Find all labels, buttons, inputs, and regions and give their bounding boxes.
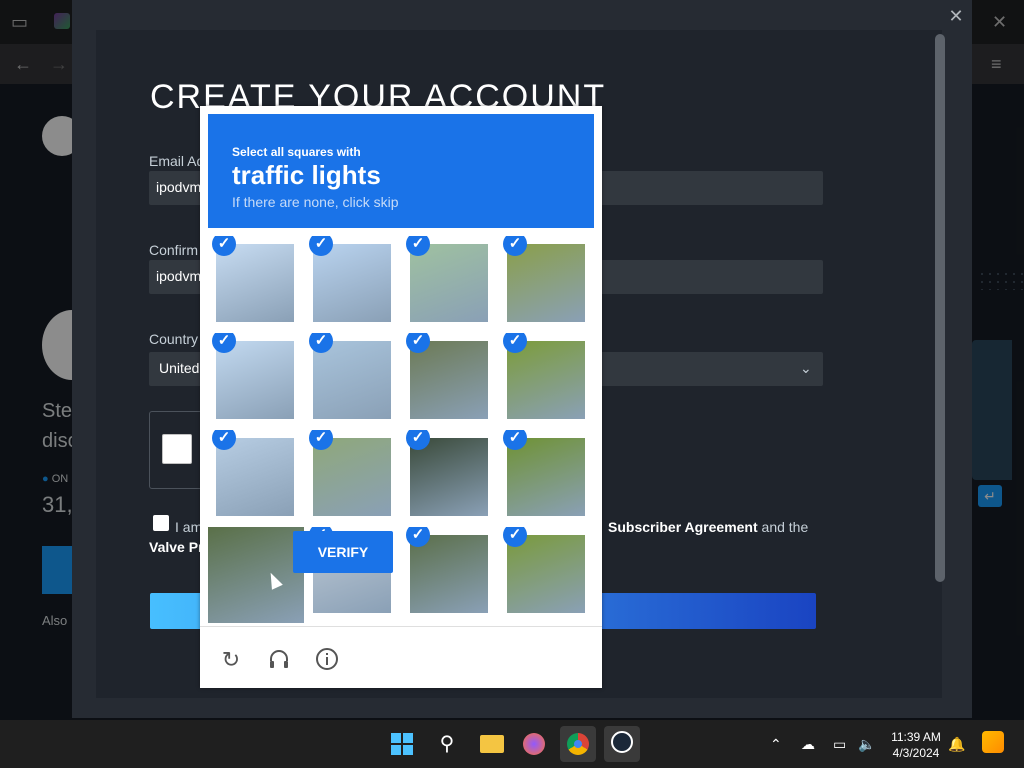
chevron-down-icon: ⌄	[800, 360, 812, 376]
captcha-tile-2-0[interactable]: ✓	[208, 430, 304, 526]
captcha-tile-3-0[interactable]	[208, 527, 304, 623]
agree-checkbox[interactable]	[153, 515, 169, 531]
email-label: Email Ad	[149, 153, 205, 169]
cloud-icon[interactable]: ☁	[801, 736, 815, 753]
agree-text-end: Subscriber Agreement and the	[608, 519, 808, 535]
file-explorer-icon[interactable]	[474, 726, 510, 762]
captcha-tile-image	[507, 438, 585, 516]
clock[interactable]: 11:39 AM 4/3/2024	[890, 729, 942, 761]
steam-icon[interactable]	[604, 726, 640, 762]
captcha-tile-2-2[interactable]: ✓	[402, 430, 498, 526]
captcha-footer: ↻	[200, 626, 602, 689]
captcha-tile-image	[507, 341, 585, 419]
captcha-tile-0-1[interactable]: ✓	[305, 236, 401, 332]
captcha-tile-image	[313, 341, 391, 419]
search-icon[interactable]: ⚲	[429, 726, 465, 762]
captcha-tile-image	[410, 438, 488, 516]
chevron-up-icon[interactable]: ⌃	[770, 736, 782, 753]
captcha-instruction: Select all squares with	[232, 145, 361, 159]
captcha-tile-1-3[interactable]: ✓	[499, 333, 595, 429]
speaker-muted-icon[interactable]: 🔈	[858, 736, 875, 753]
country-label: Country	[149, 331, 199, 347]
verify-button[interactable]: VERIFY	[293, 531, 393, 573]
valve-privacy-link[interactable]: Valve Pr	[149, 539, 204, 555]
captcha-tile-0-2[interactable]: ✓	[402, 236, 498, 332]
captcha-tile-1-0[interactable]: ✓	[208, 333, 304, 429]
recaptcha-checkbox[interactable]	[162, 434, 192, 464]
captcha-tile-3-2[interactable]: ✓	[402, 527, 498, 623]
captcha-tile-2-1[interactable]: ✓	[305, 430, 401, 526]
captcha-tile-3-3[interactable]: ✓	[499, 527, 595, 623]
captcha-tile-0-3[interactable]: ✓	[499, 236, 595, 332]
display-icon[interactable]: ▭	[833, 736, 846, 753]
headphones-icon[interactable]	[266, 647, 292, 673]
clock-date: 4/3/2024	[892, 746, 940, 760]
captcha-header: Select all squares with traffic lights I…	[208, 114, 594, 228]
confirm-email-label: Confirm	[149, 242, 199, 258]
captcha-target: traffic lights	[232, 160, 381, 190]
windows-start-icon[interactable]	[384, 726, 420, 762]
modal-scrollbar[interactable]	[935, 34, 945, 582]
captcha-tile-image	[216, 244, 294, 322]
firefox-icon[interactable]	[516, 726, 552, 762]
captcha-tile-image	[216, 438, 294, 516]
agree-and-the: and the	[761, 519, 809, 535]
modal-close-icon[interactable]: ✕	[946, 6, 966, 26]
notification-bell-icon[interactable]: 🔔	[948, 736, 965, 753]
captcha-tile-0-0[interactable]: ✓	[208, 236, 304, 332]
chrome-icon[interactable]	[560, 726, 596, 762]
captcha-tile-image	[410, 535, 488, 613]
reload-icon[interactable]: ↻	[218, 647, 244, 673]
clock-time: 11:39 AM	[891, 730, 941, 744]
captcha-tile-2-3[interactable]: ✓	[499, 430, 595, 526]
captcha-tile-image	[507, 535, 585, 613]
captcha-tile-image	[216, 341, 294, 419]
captcha-tile-image	[410, 244, 488, 322]
captcha-tile-image	[313, 438, 391, 516]
captcha-tile-1-2[interactable]: ✓	[402, 333, 498, 429]
copilot-icon[interactable]	[982, 731, 1004, 753]
subscriber-agreement-link[interactable]: Subscriber Agreement	[608, 519, 758, 535]
agree-text: I am	[175, 519, 203, 535]
captcha-challenge: Select all squares with traffic lights I…	[200, 106, 602, 688]
info-icon[interactable]	[314, 647, 340, 673]
captcha-hint: If there are none, click skip	[232, 194, 399, 210]
captcha-tile-1-1[interactable]: ✓	[305, 333, 401, 429]
captcha-tile-image	[410, 341, 488, 419]
captcha-grid: ✓✓✓✓✓✓✓✓✓✓✓✓✓✓✓	[208, 236, 595, 623]
captcha-tile-image	[208, 527, 304, 623]
captcha-tile-image	[313, 244, 391, 322]
captcha-tile-image	[507, 244, 585, 322]
